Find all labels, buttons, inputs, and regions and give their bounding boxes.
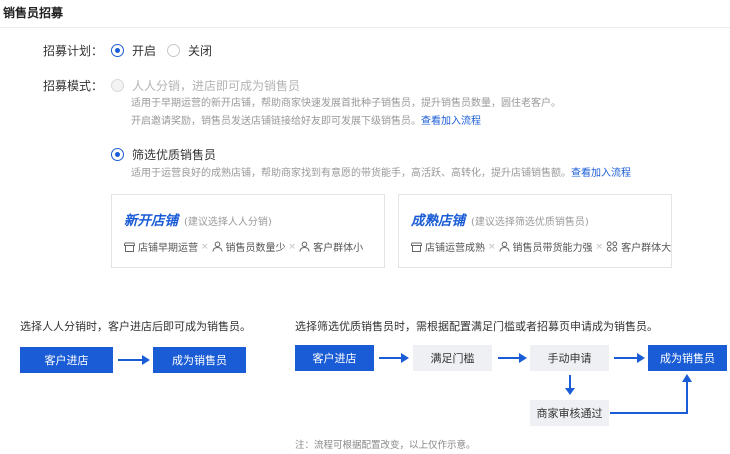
radio-unselected-icon[interactable] <box>167 44 180 57</box>
arrow-elbow-icon <box>610 374 692 414</box>
tag-separator: × <box>201 241 209 252</box>
user-icon <box>212 241 223 252</box>
mode-option-everyone-desc-1: 适用于早期运营的新开店铺，帮助商家快速发展首批种子销售员，提升销售员数量，圆住老… <box>131 98 561 109</box>
user-icon <box>499 241 510 252</box>
tag: 销售员数量少 <box>212 239 286 254</box>
tag: 店铺早期运营 <box>124 239 198 254</box>
tag-label: 店铺运营成熟 <box>425 243 485 254</box>
flow-right-note: 选择筛选优质销售员时，需根据配置满足门槛或者招募页申请成为销售员。 <box>295 320 658 333</box>
flow-left-note: 选择人人分销时，客户进店后即可成为销售员。 <box>20 320 251 333</box>
header-divider <box>0 27 730 28</box>
plan-option-on[interactable]: 开启 <box>111 42 156 59</box>
card-mature-store-subtitle: (建议选择筛选优质销售员) <box>471 217 589 228</box>
tag-label: 店铺早期运营 <box>138 243 198 254</box>
flow-left-step-enter-store: 客户进店 <box>20 347 113 373</box>
mode-option-quality-label: 筛选优质销售员 <box>132 148 217 162</box>
card-new-store-title: 新开店铺 <box>124 213 178 229</box>
tag-separator: × <box>595 241 604 252</box>
arrow-down-icon <box>565 375 575 395</box>
tag-label: 客户群体小 <box>313 243 364 254</box>
store-icon <box>411 242 422 252</box>
footnote: 注：流程可根据配置改变，以上仅作示意。 <box>295 440 476 451</box>
plan-option-on-label: 开启 <box>132 44 157 58</box>
view-flow-link[interactable]: 查看加入流程 <box>421 116 481 127</box>
tag: 客户群体大 <box>606 239 671 254</box>
plan-option-off-label: 关闭 <box>188 44 213 58</box>
tag: 客户群体小 <box>299 239 363 254</box>
store-icon <box>124 242 135 252</box>
plan-option-off[interactable]: 关闭 <box>167 42 212 59</box>
flow-right-step-threshold: 满足门槛 <box>413 345 492 371</box>
arrow-right-icon <box>118 355 150 365</box>
arrow-right-icon <box>614 353 645 363</box>
group-icon <box>606 241 618 252</box>
tag-separator: × <box>288 241 297 252</box>
tag-label: 销售员带货能力强 <box>512 243 593 254</box>
arrow-right-icon <box>498 353 527 363</box>
mode-option-quality-desc: 适用于运营良好的成熟店铺，帮助商家找到有意愿的带货能手，高活跃、高转化，提升店铺… <box>131 164 631 183</box>
view-flow-link[interactable]: 查看加入流程 <box>571 168 631 179</box>
desc-text: 开启邀请奖励，销售员发送店铺链接给好友即可发展下级销售员。 <box>131 116 421 127</box>
flow-right-step-become-seller: 成为销售员 <box>648 345 727 371</box>
section-title: 销售员招募 <box>3 6 64 20</box>
mode-option-everyone-desc-2: 开启邀请奖励，销售员发送店铺链接给好友即可发展下级销售员。查看加入流程 <box>131 112 481 131</box>
flow-right-step-enter-store: 客户进店 <box>295 345 374 371</box>
user-icon <box>299 241 310 252</box>
mode-option-quality[interactable]: 筛选优质销售员 <box>111 146 216 163</box>
mode-label: 招募模式： <box>43 79 104 93</box>
desc-text: 适用于运营良好的成熟店铺，帮助商家找到有意愿的带货能手，高活跃、高转化，提升店铺… <box>131 168 571 179</box>
card-new-store-tags: 店铺早期运营 × 销售员数量少 × 客户群体小 <box>124 239 363 254</box>
card-mature-store-title: 成熟店铺 <box>411 213 465 229</box>
plan-label: 招募计划： <box>43 44 104 58</box>
card-new-store: 新开店铺 (建议选择人人分销) 店铺早期运营 × 销售员数量少 × 客户群体小 <box>111 194 385 268</box>
mode-option-everyone[interactable]: 人人分销，进店即可成为销售员 <box>111 77 300 94</box>
tag-label: 销售员数量少 <box>225 243 286 254</box>
flow-right-step-apply: 手动申请 <box>530 345 609 371</box>
arrow-right-icon <box>379 353 409 363</box>
flow-right-step-merchant-review: 商家审核通过 <box>530 400 609 426</box>
radio-selected-icon[interactable] <box>111 148 124 161</box>
tag-separator: × <box>488 241 496 252</box>
flow-left-step-become-seller: 成为销售员 <box>153 347 246 373</box>
card-new-store-subtitle: (建议选择人人分销) <box>184 217 272 228</box>
tag: 店铺运营成熟 <box>411 239 485 254</box>
radio-selected-icon[interactable] <box>111 44 124 57</box>
tag: 销售员带货能力强 <box>499 239 593 254</box>
card-mature-store: 成熟店铺 (建议选择筛选优质销售员) 店铺运营成熟 × 销售员带货能力强 × 客… <box>398 194 672 268</box>
radio-disabled-icon[interactable] <box>111 79 124 92</box>
mode-option-everyone-label: 人人分销，进店即可成为销售员 <box>132 79 301 93</box>
tag-label: 客户群体大 <box>621 243 672 254</box>
card-mature-store-tags: 店铺运营成熟 × 销售员带货能力强 × 客户群体大 <box>411 239 671 254</box>
